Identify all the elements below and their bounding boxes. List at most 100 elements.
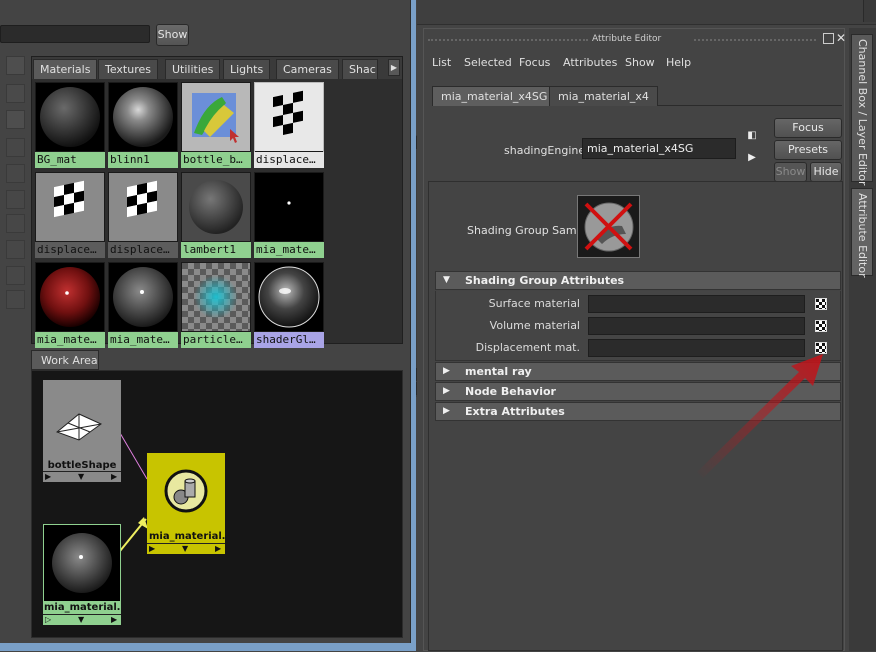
small-icons-icon[interactable] bbox=[6, 138, 25, 157]
swatch-label: lambert1 bbox=[181, 242, 251, 258]
hypershade-panel: Show Materials Textures Utilities Lights… bbox=[0, 0, 430, 651]
focus-button[interactable]: Focus bbox=[774, 118, 842, 138]
swatch-label: mia_mate… bbox=[108, 332, 178, 348]
list-view-icon[interactable] bbox=[6, 84, 25, 103]
node-ports[interactable]: ▷ ▼ ▶ bbox=[43, 614, 121, 625]
node-ports[interactable]: ▶ ▼ ▶ bbox=[147, 543, 225, 554]
swatch-bottle-b[interactable]: bottle_b… bbox=[181, 82, 251, 168]
material-browser: Materials Textures Utilities Lights Came… bbox=[31, 56, 430, 397]
graph-tool-icon[interactable] bbox=[6, 56, 25, 75]
swatch-label: particle… bbox=[181, 332, 251, 348]
checker-map-icon[interactable] bbox=[815, 298, 827, 310]
attributes-scroll-area[interactable]: Shading Group Sample ▼ Shading Group Att… bbox=[428, 181, 843, 651]
node-ports[interactable]: ▶ ▼ ▶ bbox=[43, 471, 121, 482]
swatch-mia-material-1[interactable]: mia_mate… bbox=[254, 172, 324, 258]
displacement-material-field[interactable] bbox=[588, 339, 805, 357]
tab-shading[interactable]: Shac bbox=[342, 59, 378, 79]
menu-help[interactable]: Help bbox=[666, 56, 691, 69]
tab-cameras[interactable]: Cameras bbox=[276, 59, 339, 79]
tab-textures[interactable]: Textures bbox=[98, 59, 158, 79]
show-button[interactable]: Show bbox=[774, 162, 807, 182]
node-swatch bbox=[147, 453, 225, 531]
volume-material-field[interactable] bbox=[588, 317, 805, 335]
swatch-label: displace… bbox=[108, 242, 178, 258]
tab-mia-material-x4sg[interactable]: mia_material_x4SG bbox=[432, 86, 557, 106]
float-window-icon[interactable] bbox=[823, 33, 834, 44]
swatch-lambert1[interactable]: lambert1 bbox=[181, 172, 251, 258]
menu-show[interactable]: Show bbox=[625, 56, 655, 69]
node-mia-material[interactable]: mia_material… ▷ ▼ ▶ bbox=[43, 524, 121, 628]
tab-attribute-editor[interactable]: Attribute Editor bbox=[851, 188, 873, 278]
swatch-bg-mat[interactable]: BG_mat bbox=[35, 82, 105, 168]
shading-engine-field[interactable]: mia_material_x4SG bbox=[582, 138, 736, 159]
drag-handle[interactable] bbox=[428, 39, 588, 42]
menu-attributes[interactable]: Attributes bbox=[563, 56, 617, 69]
swatch-mia-material-3[interactable]: mia_mate… bbox=[108, 262, 178, 348]
swatch-particle[interactable]: particle… bbox=[181, 262, 251, 348]
node-bottle-shape[interactable]: bottleShape ▶ ▼ ▶ bbox=[43, 380, 121, 482]
menu-selected[interactable]: Selected bbox=[464, 56, 512, 69]
checker-map-icon[interactable] bbox=[815, 342, 827, 354]
displacement-material-label: Displacement mat. bbox=[475, 341, 580, 354]
large-icons-icon[interactable] bbox=[6, 190, 25, 209]
tab-mia-material-x4[interactable]: mia_material_x4 bbox=[549, 86, 658, 106]
filter-input[interactable] bbox=[0, 25, 150, 43]
graph-both-icon[interactable] bbox=[6, 290, 25, 309]
checker-map-icon[interactable] bbox=[815, 320, 827, 332]
swatch-label: shaderGl… bbox=[254, 332, 324, 348]
sample-label: Shading Group Sample bbox=[467, 224, 594, 237]
swatch-view-icon[interactable] bbox=[6, 110, 25, 129]
triangle-right-icon[interactable]: ▶ bbox=[388, 59, 400, 76]
hypershade-body: Show Materials Textures Utilities Lights… bbox=[0, 0, 430, 643]
section-shading-group-attributes[interactable]: ▼ Shading Group Attributes bbox=[435, 271, 841, 290]
section-mental-ray[interactable]: ▶ mental ray bbox=[435, 362, 841, 381]
medium-icons-icon[interactable] bbox=[6, 164, 25, 183]
node-mia-material-sg[interactable]: mia_material… ▶ ▼ ▶ bbox=[147, 453, 225, 555]
shading-engine-label: shadingEngine: bbox=[504, 144, 589, 157]
presets-button[interactable]: Presets bbox=[774, 140, 842, 160]
graph-down-icon[interactable] bbox=[6, 266, 25, 285]
swatch-blinn1[interactable]: blinn1 bbox=[108, 82, 178, 168]
swatch-shader-glow[interactable]: shaderGl… bbox=[254, 262, 324, 348]
swatch-displace-1[interactable]: displace… bbox=[254, 82, 324, 168]
drag-handle[interactable] bbox=[694, 39, 816, 42]
expand-arrow-icon: ▶ bbox=[443, 406, 450, 416]
window-border bbox=[0, 643, 416, 651]
swatch-mia-material-2[interactable]: mia_mate… bbox=[35, 262, 105, 348]
particle-thumbnail bbox=[182, 263, 250, 331]
hide-button[interactable]: Hide bbox=[810, 162, 842, 182]
close-icon[interactable]: ✕ bbox=[836, 31, 846, 45]
tab-lights[interactable]: Lights bbox=[223, 59, 271, 79]
texture-thumbnail bbox=[182, 83, 250, 151]
swatch-label: displace… bbox=[35, 242, 105, 258]
swatch-displace-3[interactable]: displace… bbox=[108, 172, 178, 258]
swatch-displace-2[interactable]: displace… bbox=[35, 172, 105, 258]
surface-material-label: Surface material bbox=[488, 297, 580, 310]
show-button[interactable]: Show bbox=[156, 24, 189, 46]
attribute-editor-window: Attribute Editor ✕ List Selected Focus A… bbox=[417, 0, 876, 651]
menu-list[interactable]: List bbox=[432, 56, 451, 69]
swatch-label: bottle_b… bbox=[181, 152, 251, 168]
work-area-canvas[interactable]: bottleShape ▶ ▼ ▶ mia_material… ▶ ▼ ▶ mi… bbox=[31, 370, 403, 638]
tab-work-area[interactable]: Work Area bbox=[31, 350, 99, 370]
sort-icon[interactable] bbox=[6, 214, 25, 233]
tab-materials[interactable]: Materials bbox=[33, 59, 98, 79]
swatch-label: displace… bbox=[254, 152, 324, 168]
menu-focus[interactable]: Focus bbox=[519, 56, 550, 69]
collapse-arrow-icon: ▼ bbox=[443, 275, 450, 285]
section-extra-attributes[interactable]: ▶ Extra Attributes bbox=[435, 402, 841, 421]
node-swatch bbox=[43, 524, 121, 602]
go-to-input-icon[interactable]: ◧ bbox=[744, 129, 760, 143]
surface-material-field[interactable] bbox=[588, 295, 805, 313]
tab-channel-box-layer-editor[interactable]: Channel Box / Layer Editor bbox=[851, 34, 873, 186]
node-title: bottleShape bbox=[43, 460, 121, 471]
go-to-output-icon[interactable]: ▶ bbox=[744, 151, 760, 165]
tab-utilities[interactable]: Utilities bbox=[165, 59, 221, 79]
toolbar-separator bbox=[863, 0, 876, 22]
node-swatch bbox=[43, 380, 121, 460]
node-title: mia_material… bbox=[43, 602, 121, 614]
attribute-editor-panel: Attribute Editor ✕ List Selected Focus A… bbox=[423, 28, 846, 651]
section-node-behavior[interactable]: ▶ Node Behavior bbox=[435, 382, 841, 401]
graph-up-icon[interactable] bbox=[6, 240, 25, 259]
swatch-label: BG_mat bbox=[35, 152, 105, 168]
